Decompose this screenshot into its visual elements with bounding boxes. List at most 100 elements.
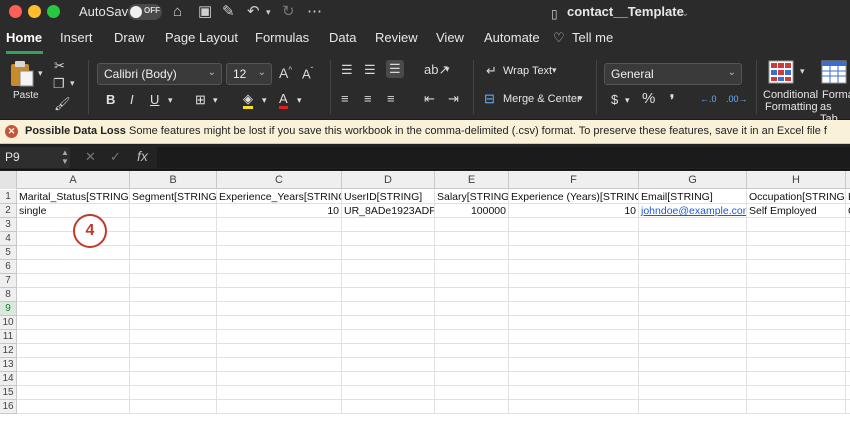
increase-indent-icon[interactable]: ⇥: [448, 91, 459, 107]
table-cell[interactable]: [130, 218, 217, 232]
table-cell[interactable]: [342, 218, 435, 232]
column-header-f[interactable]: F: [509, 171, 639, 189]
table-cell[interactable]: [217, 274, 342, 288]
cancel-entry-icon[interactable]: ✕: [85, 149, 96, 165]
row-header[interactable]: 2: [0, 204, 17, 218]
merge-center-label[interactable]: Merge & Center: [503, 93, 581, 105]
conditional-formatting-dropdown-icon[interactable]: ▾: [800, 66, 805, 77]
row-header[interactable]: 5: [0, 246, 17, 260]
tell-me-search[interactable]: Tell me: [572, 30, 613, 45]
wrap-text-icon[interactable]: ↵: [486, 63, 497, 79]
column-header-h[interactable]: H: [747, 171, 846, 189]
tab-formulas[interactable]: Formulas: [255, 30, 309, 45]
table-cell[interactable]: [846, 316, 850, 330]
copy-dropdown-icon[interactable]: ▾: [70, 78, 75, 89]
row-header[interactable]: 3: [0, 218, 17, 232]
table-cell[interactable]: [435, 344, 509, 358]
orientation-dropdown-icon[interactable]: ▾: [445, 64, 450, 75]
table-cell[interactable]: [17, 400, 130, 414]
table-cell[interactable]: UR_8ADe1923ADFC: [342, 204, 435, 218]
table-cell[interactable]: [747, 274, 846, 288]
table-cell[interactable]: [747, 302, 846, 316]
table-cell[interactable]: [639, 358, 747, 372]
table-cell[interactable]: [509, 288, 639, 302]
title-dropdown-icon[interactable]: ⌄: [681, 4, 689, 24]
table-cell[interactable]: [217, 316, 342, 330]
table-cell[interactable]: [846, 372, 850, 386]
table-cell[interactable]: [342, 274, 435, 288]
table-cell[interactable]: [342, 330, 435, 344]
row-header[interactable]: 10: [0, 316, 17, 330]
table-cell[interactable]: 10: [217, 204, 342, 218]
align-top-icon[interactable]: ☰: [341, 62, 353, 78]
table-cell[interactable]: [130, 344, 217, 358]
row-header[interactable]: 7: [0, 274, 17, 288]
zoom-window-button[interactable]: [47, 5, 60, 18]
table-cell[interactable]: [435, 218, 509, 232]
table-cell[interactable]: [846, 400, 850, 414]
column-header-a[interactable]: A: [17, 171, 130, 189]
table-cell[interactable]: single: [17, 204, 130, 218]
table-cell[interactable]: [509, 274, 639, 288]
table-cell[interactable]: [509, 330, 639, 344]
table-cell[interactable]: [435, 316, 509, 330]
table-cell[interactable]: Email[STRING]: [639, 190, 747, 204]
select-all-corner[interactable]: [0, 171, 17, 189]
table-cell[interactable]: [509, 386, 639, 400]
table-cell[interactable]: [846, 358, 850, 372]
spreadsheet-grid[interactable]: A B C D E F G H I 1234567891011121314151…: [0, 171, 850, 425]
column-header-d[interactable]: D: [342, 171, 435, 189]
row-header[interactable]: 11: [0, 330, 17, 344]
table-cell[interactable]: [435, 246, 509, 260]
conditional-formatting-icon[interactable]: [768, 60, 794, 84]
table-cell[interactable]: [639, 218, 747, 232]
table-cell[interactable]: [435, 330, 509, 344]
table-cell[interactable]: Salary[STRING]: [435, 190, 509, 204]
column-header-e[interactable]: E: [435, 171, 509, 189]
table-cell[interactable]: [342, 288, 435, 302]
undo-dropdown-icon[interactable]: ▾: [266, 2, 271, 22]
row-header[interactable]: 6: [0, 260, 17, 274]
table-cell[interactable]: [846, 232, 850, 246]
table-cell[interactable]: [217, 330, 342, 344]
table-cell[interactable]: [509, 218, 639, 232]
wrap-text-dropdown-icon[interactable]: ▾: [552, 65, 557, 76]
table-cell[interactable]: [747, 372, 846, 386]
table-cell[interactable]: [509, 358, 639, 372]
table-cell[interactable]: [217, 302, 342, 316]
fill-color-dropdown-icon[interactable]: ▾: [262, 95, 267, 106]
decrease-indent-icon[interactable]: ⇤: [424, 91, 435, 107]
row-header[interactable]: 12: [0, 344, 17, 358]
underline-button[interactable]: U: [150, 92, 159, 107]
row-header[interactable]: 13: [0, 358, 17, 372]
increase-font-size-icon[interactable]: A^: [279, 65, 292, 81]
table-cell[interactable]: [639, 246, 747, 260]
conditional-formatting-label-line2[interactable]: Formatting: [765, 101, 818, 113]
table-cell[interactable]: [17, 302, 130, 316]
table-cell[interactable]: [342, 386, 435, 400]
table-cell[interactable]: [639, 302, 747, 316]
table-cell[interactable]: [217, 218, 342, 232]
table-cell[interactable]: [17, 260, 130, 274]
table-cell[interactable]: [342, 316, 435, 330]
table-cell[interactable]: [846, 274, 850, 288]
font-color-icon[interactable]: A: [279, 92, 288, 109]
tab-home[interactable]: Home: [6, 30, 42, 45]
table-cell[interactable]: [639, 274, 747, 288]
table-cell[interactable]: [17, 330, 130, 344]
table-cell[interactable]: [639, 232, 747, 246]
table-cell[interactable]: [17, 274, 130, 288]
column-header-b[interactable]: B: [130, 171, 217, 189]
align-bottom-icon[interactable]: ☰: [386, 60, 404, 78]
table-cell[interactable]: [342, 400, 435, 414]
bold-button[interactable]: B: [106, 92, 115, 107]
table-cell[interactable]: [130, 288, 217, 302]
table-cell[interactable]: [747, 246, 846, 260]
table-cell[interactable]: [747, 400, 846, 414]
column-header-g[interactable]: G: [639, 171, 747, 189]
table-cell[interactable]: [342, 344, 435, 358]
table-cell[interactable]: [17, 372, 130, 386]
table-cell[interactable]: [130, 316, 217, 330]
conditional-formatting-label-line1[interactable]: Conditional: [763, 89, 818, 101]
table-cell[interactable]: [509, 302, 639, 316]
